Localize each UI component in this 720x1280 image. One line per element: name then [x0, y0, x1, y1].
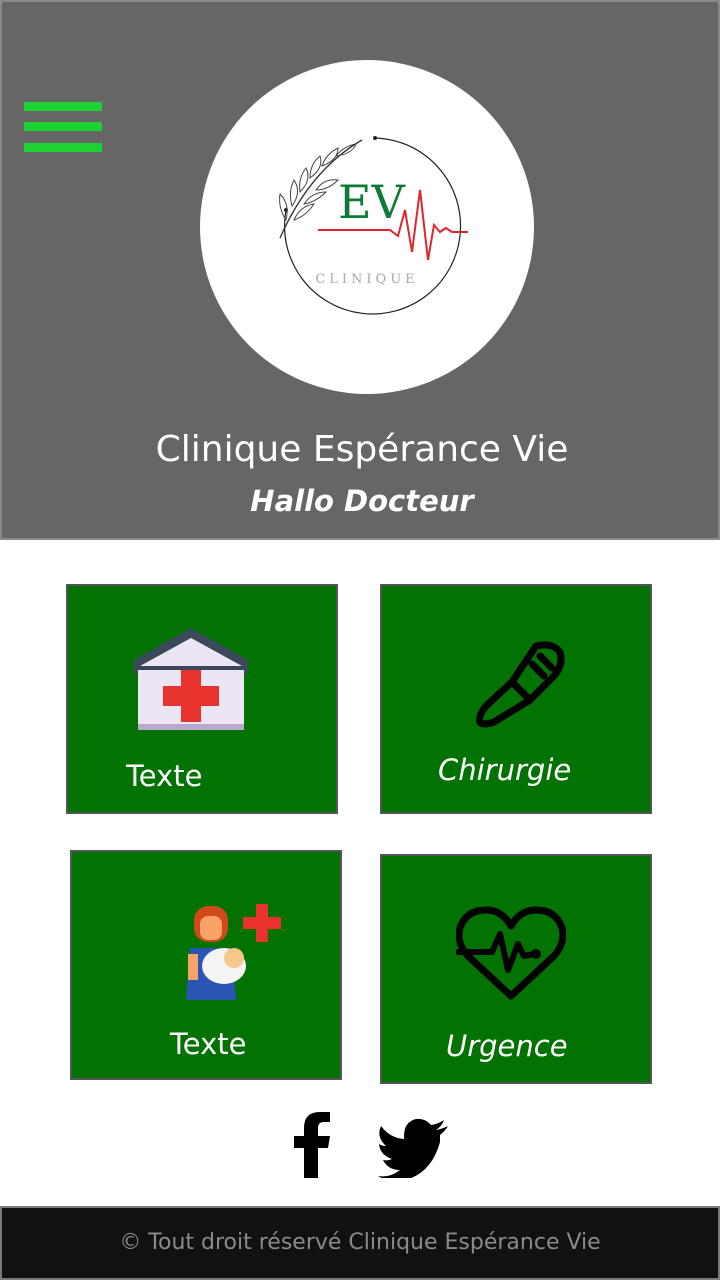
hospital-icon	[134, 628, 248, 730]
tile-maternity[interactable]: Texte	[70, 850, 342, 1080]
logo-initials: EV	[338, 175, 406, 229]
tile-label: Texte	[170, 1027, 247, 1061]
app-header: EV CLINIQUE Clinique Espérance Vie Hallo…	[0, 0, 720, 540]
tile-label: Texte	[126, 759, 203, 793]
maternity-icon	[186, 904, 281, 1000]
clinic-logo: EV CLINIQUE	[200, 60, 534, 394]
tile-label: Urgence	[446, 1029, 568, 1063]
heartbeat-icon	[456, 906, 566, 1000]
logo-wordmark: CLINIQUE	[315, 272, 418, 287]
hamburger-menu-button[interactable]	[24, 102, 102, 156]
scalpel-icon	[476, 641, 565, 728]
facebook-icon[interactable]	[292, 1112, 332, 1178]
copyright-text: © Tout droit réservé Clinique Espérance …	[119, 1230, 601, 1255]
tile-emergency[interactable]: Urgence	[380, 854, 652, 1084]
app-footer: © Tout droit réservé Clinique Espérance …	[0, 1206, 720, 1280]
clinic-name: Clinique Espérance Vie	[155, 429, 569, 470]
greeting-subtitle: Hallo Docteur	[250, 484, 474, 518]
tile-hospital[interactable]: Texte	[66, 584, 338, 814]
twitter-icon[interactable]	[378, 1118, 448, 1178]
tile-surgery[interactable]: Chirurgie	[380, 584, 652, 814]
tile-label: Chirurgie	[438, 753, 572, 787]
